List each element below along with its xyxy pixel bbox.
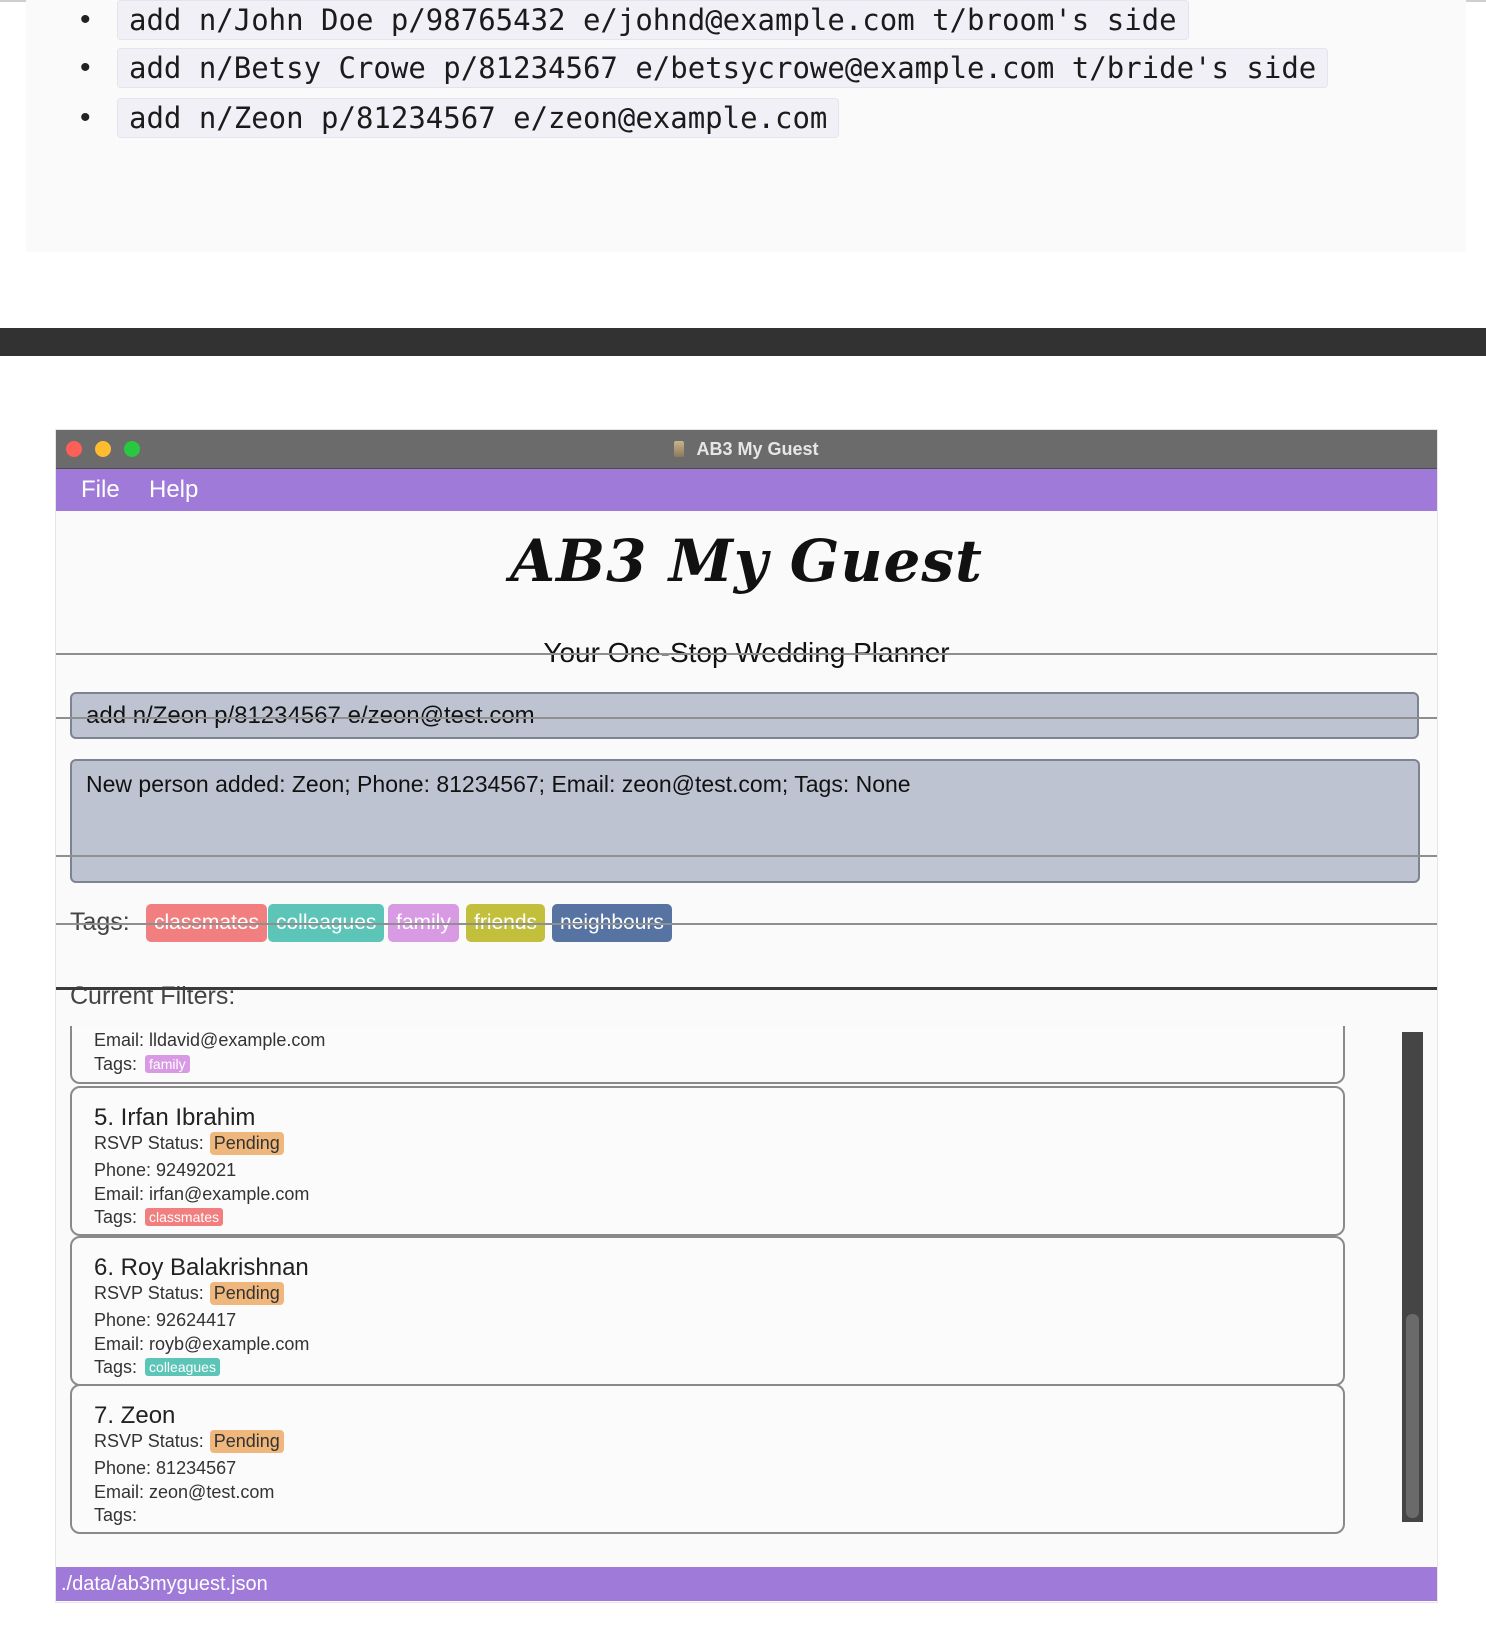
tags-label: Tags: (94, 1207, 138, 1227)
divider (56, 987, 1437, 990)
person-phone: Phone: 92492021 (94, 1160, 237, 1180)
person-name: 5. Irfan Ibrahim (94, 1104, 256, 1131)
menu-bar: File Help (56, 469, 1437, 511)
person-tag: family (145, 1055, 190, 1073)
divider (56, 653, 1437, 655)
example-command: add n/Zeon p/81234567 e/zeon@example.com (117, 98, 840, 138)
rsvp-badge: Pending (209, 1282, 284, 1305)
command-input[interactable] (86, 694, 1386, 737)
person-email: Email: zeon@test.com (94, 1482, 275, 1502)
divider-band (0, 328, 1486, 356)
bullet-icon: • (80, 3, 91, 36)
person-tag: classmates (145, 1208, 224, 1226)
window-title: AB3 My Guest (56, 430, 1437, 468)
person-list[interactable]: Email: lldavid@example.com Tags: family 5… (56, 1026, 1437, 1534)
example-command: add n/Betsy Crowe p/81234567 e/betsycrow… (117, 48, 1329, 88)
result-text: New person added: Zeon; Phone: 81234567;… (86, 771, 911, 797)
tags-label: Tags: (94, 1357, 138, 1377)
person-email: Email: royb@example.com (94, 1334, 310, 1354)
app-window: AB3 My Guest File Help AB3 My Guest Your… (56, 430, 1437, 1602)
menu-file[interactable]: File (81, 469, 120, 511)
person-phone: Phone: 81234567 (94, 1458, 237, 1478)
window-title-text: AB3 My Guest (696, 439, 819, 459)
menu-help[interactable]: Help (149, 469, 198, 511)
person-tags: Tags: family (94, 1054, 190, 1075)
person-tags: Tags: classmates (94, 1207, 224, 1228)
status-bar: ./data/ab3myguest.json (56, 1567, 1437, 1601)
bullet-icon: • (80, 101, 91, 134)
tags-label: Tags: (94, 1054, 138, 1074)
person-rsvp: RSVP Status: Pending (94, 1430, 284, 1453)
rsvp-label: RSVP Status: (94, 1431, 204, 1451)
rsvp-badge: Pending (209, 1132, 284, 1155)
person-rsvp: RSVP Status: Pending (94, 1282, 284, 1305)
person-name: 6. Roy Balakrishnan (94, 1254, 309, 1281)
divider (56, 923, 1437, 925)
person-card[interactable]: Email: lldavid@example.com Tags: family (70, 1026, 1345, 1084)
person-tags: Tags: (94, 1505, 137, 1526)
person-rsvp: RSVP Status: Pending (94, 1132, 284, 1155)
result-display[interactable]: New person added: Zeon; Phone: 81234567;… (70, 759, 1420, 883)
divider (56, 717, 1437, 719)
app-icon (674, 441, 685, 457)
person-card[interactable]: 6. Roy Balakrishnan RSVP Status: Pending … (70, 1236, 1345, 1386)
person-email: Email: lldavid@example.com (94, 1030, 326, 1050)
app-logo: AB3 My Guest (510, 527, 983, 595)
title-bar[interactable]: AB3 My Guest (56, 430, 1437, 469)
person-tags: Tags: colleagues (94, 1357, 220, 1378)
rsvp-label: RSVP Status: (94, 1283, 204, 1303)
person-card[interactable]: 7. Zeon RSVP Status: Pending Phone: 81234… (70, 1384, 1345, 1534)
rsvp-badge: Pending (209, 1430, 284, 1453)
app-header: AB3 My Guest Your One-Stop Wedding Plann… (56, 511, 1437, 685)
doc-excerpt: • add n/John Doe p/98765432 e/johnd@exam… (0, 0, 1486, 328)
person-tag: colleagues (145, 1358, 220, 1376)
command-box[interactable] (70, 692, 1419, 739)
person-name: 7. Zeon (94, 1402, 176, 1429)
example-command: add n/John Doe p/98765432 e/johnd@exampl… (117, 0, 1189, 40)
person-email: Email: irfan@example.com (94, 1184, 310, 1204)
rsvp-label: RSVP Status: (94, 1133, 204, 1153)
person-phone: Phone: 92624417 (94, 1310, 237, 1330)
data-file-path: ./data/ab3myguest.json (61, 1573, 268, 1595)
tags-label: Tags: (94, 1505, 138, 1525)
person-card[interactable]: 5. Irfan Ibrahim RSVP Status: Pending Pho… (70, 1086, 1345, 1236)
divider (56, 855, 1437, 857)
scrollbar-thumb[interactable] (1406, 1314, 1419, 1518)
bullet-icon: • (80, 51, 91, 84)
